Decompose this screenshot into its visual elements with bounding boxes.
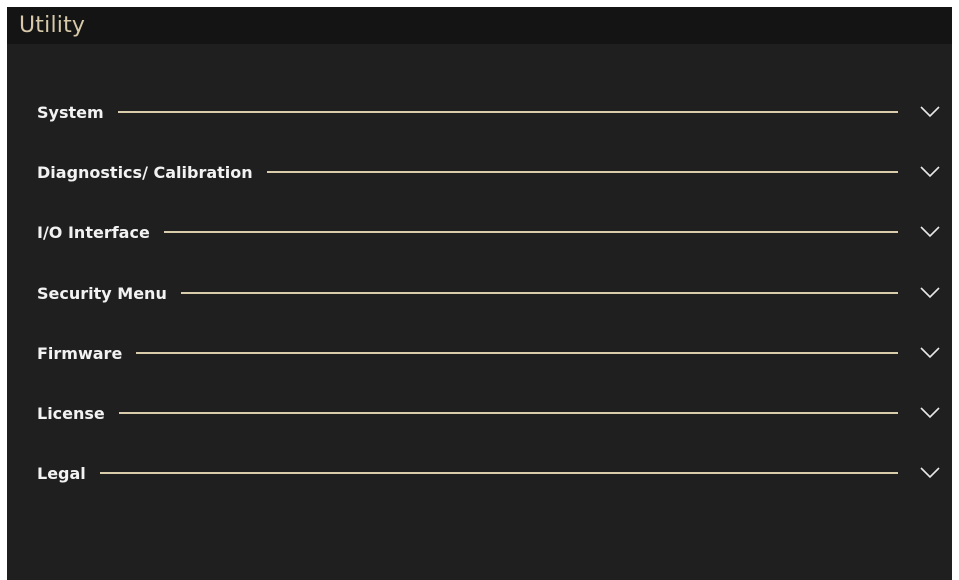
menu-item-label: System — [37, 102, 104, 122]
divider-line — [118, 412, 898, 414]
menu-item-io-interface[interactable]: I/O Interface — [7, 212, 952, 252]
menu-item-system[interactable]: System — [7, 92, 952, 132]
menu-item-diagnostics-calibration[interactable]: Diagnostics/ Calibration — [7, 152, 952, 192]
menu-item-label: Firmware — [37, 343, 123, 363]
menu-item-label: Diagnostics/ Calibration — [37, 162, 253, 182]
chevron-down-icon[interactable] — [919, 466, 941, 480]
chevron-down-icon[interactable] — [919, 286, 941, 300]
divider-line — [180, 292, 898, 294]
menu-item-label: I/O Interface — [37, 222, 150, 242]
menu-item-license[interactable]: License — [7, 393, 952, 433]
chevron-down-icon[interactable] — [919, 346, 941, 360]
menu-item-label: Security Menu — [37, 283, 167, 303]
chevron-down-icon[interactable] — [919, 105, 941, 119]
menu-item-label: License — [37, 403, 105, 423]
menu-item-label: Legal — [37, 463, 86, 483]
divider-line — [266, 171, 898, 173]
chevron-down-icon[interactable] — [919, 406, 941, 420]
divider-line — [117, 111, 898, 113]
menu-item-firmware[interactable]: Firmware — [7, 333, 952, 373]
divider-line — [136, 352, 898, 354]
divider-line — [99, 472, 898, 474]
menu-item-legal[interactable]: Legal — [7, 453, 952, 493]
divider-line — [163, 231, 898, 233]
utility-screen: Utility System Diagnostics/ Calibration … — [7, 7, 952, 580]
chevron-down-icon[interactable] — [919, 225, 941, 239]
menu-item-security-menu[interactable]: Security Menu — [7, 273, 952, 313]
page-title: Utility — [19, 13, 86, 38]
title-bar: Utility — [7, 7, 952, 44]
chevron-down-icon[interactable] — [919, 165, 941, 179]
